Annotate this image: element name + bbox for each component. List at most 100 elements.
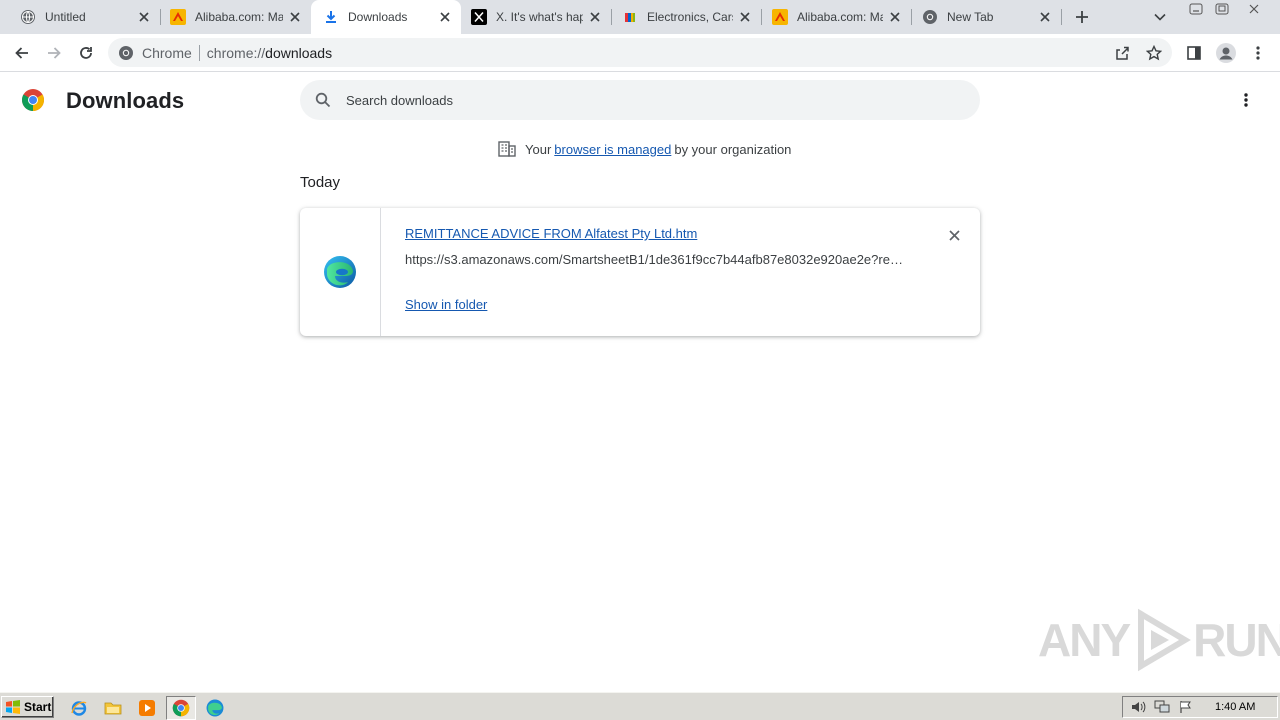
- watermark-right: RUN: [1193, 614, 1280, 666]
- close-icon: [948, 229, 960, 241]
- address-bar[interactable]: Chrome chrome://downloads: [108, 38, 1172, 67]
- tab-alibaba-2[interactable]: Alibaba.com: Manufacturers: [762, 0, 911, 34]
- download-item: REMITTANCE ADVICE FROM Alfatest Pty Ltd.…: [300, 208, 980, 336]
- download-filename-link[interactable]: REMITTANCE ADVICE FROM Alfatest Pty Ltd.…: [405, 226, 697, 241]
- search-downloads[interactable]: [300, 80, 980, 120]
- network-icon[interactable]: [1153, 698, 1171, 716]
- start-label: Start: [24, 700, 52, 714]
- watermark-left: ANY: [1038, 614, 1131, 666]
- more-vert-icon: [1256, 46, 1260, 60]
- close-icon[interactable]: [136, 9, 152, 25]
- close-icon[interactable]: [287, 9, 303, 25]
- restore-button[interactable]: [1208, 0, 1236, 18]
- tab-ebay[interactable]: Electronics, Cars, Fashion: [612, 0, 761, 34]
- page-title: Downloads: [66, 88, 185, 113]
- minimize-button[interactable]: [1182, 0, 1210, 18]
- internet-explorer-icon: [71, 701, 87, 716]
- flag-icon[interactable]: [1177, 698, 1195, 716]
- tab-title: Downloads: [348, 10, 408, 24]
- managed-notice: Your browser is managed by your organiza…: [498, 140, 791, 158]
- avatar-icon: [1216, 43, 1236, 63]
- reload-button[interactable]: [72, 39, 100, 67]
- close-icon[interactable]: [1037, 9, 1053, 25]
- tab-title: Alibaba.com: Manufacturers: [797, 10, 883, 24]
- profile-button[interactable]: [1212, 39, 1240, 67]
- show-in-folder-link[interactable]: Show in folder: [405, 297, 487, 312]
- chevron-down-icon: [1154, 13, 1166, 21]
- reload-icon: [80, 47, 92, 59]
- search-input[interactable]: [346, 92, 946, 108]
- date-section-header: Today: [300, 174, 341, 191]
- tab-separator: [1061, 9, 1062, 25]
- explorer-taskbar-button[interactable]: [102, 697, 124, 719]
- url-scheme: chrome://: [206, 44, 266, 61]
- chrome-icon: [922, 9, 938, 25]
- tab-title: New Tab: [947, 10, 994, 24]
- tab-new-tab[interactable]: New Tab: [912, 0, 1061, 34]
- download-icon: [323, 9, 339, 25]
- chrome-icon: [172, 699, 190, 717]
- tab-downloads[interactable]: Downloads: [311, 0, 461, 34]
- close-icon[interactable]: [737, 9, 753, 25]
- chrome-taskbar-button[interactable]: [166, 696, 196, 720]
- chrome-logo-icon: [21, 88, 45, 112]
- anyrun-watermark: ANY RUN: [1038, 608, 1280, 672]
- volume-icon[interactable]: [1129, 698, 1147, 716]
- globe-icon: [20, 9, 36, 25]
- managed-prefix: Your: [525, 141, 552, 157]
- tab-title: Alibaba.com: Manufacturers: [195, 10, 283, 24]
- tab-alibaba-1[interactable]: Alibaba.com: Manufacturers: [161, 0, 311, 34]
- remove-download-button[interactable]: [944, 225, 964, 245]
- downloads-menu-button[interactable]: [1234, 88, 1258, 112]
- back-button[interactable]: [8, 39, 36, 67]
- media-player-icon: [139, 700, 155, 716]
- windows-logo-icon: [6, 700, 20, 714]
- browser-managed-link[interactable]: browser is managed: [554, 142, 671, 157]
- more-vert-icon: [1244, 93, 1248, 107]
- building-icon: [498, 141, 516, 157]
- chip-divider: [198, 44, 200, 61]
- chrome-menu-button[interactable]: [1244, 39, 1272, 67]
- close-icon[interactable]: [887, 9, 903, 25]
- edge-icon: [206, 699, 224, 717]
- tab-x[interactable]: X. It's what's happening: [461, 0, 611, 34]
- windows-taskbar: Start 1:40 AM: [0, 692, 1280, 720]
- managed-suffix: by your organization: [674, 141, 792, 157]
- new-tab-button[interactable]: [1070, 5, 1094, 29]
- file-icon-column: [300, 208, 381, 336]
- ebay-icon: [622, 9, 638, 25]
- tab-title: X. It's what's happening: [496, 10, 583, 24]
- ie-taskbar-button[interactable]: [68, 697, 90, 719]
- browser-toolbar: Chrome chrome://downloads: [0, 34, 1280, 72]
- side-panel-button[interactable]: [1180, 39, 1208, 67]
- x-icon: [471, 9, 487, 25]
- close-window-button[interactable]: [1240, 0, 1268, 18]
- tab-title: Electronics, Cars, Fashion: [647, 10, 733, 24]
- alibaba-icon: [772, 9, 788, 25]
- tab-title: Untitled: [45, 10, 86, 24]
- edge-icon: [324, 256, 356, 288]
- tab-search-button[interactable]: [1150, 7, 1170, 27]
- star-icon: [1146, 45, 1162, 61]
- taskbar-clock[interactable]: 1:40 AM: [1215, 701, 1255, 713]
- folder-icon: [104, 702, 122, 715]
- tab-untitled[interactable]: Untitled: [2, 0, 160, 34]
- forward-button[interactable]: [40, 39, 68, 67]
- share-button[interactable]: [1111, 42, 1133, 64]
- close-icon[interactable]: [437, 9, 453, 25]
- media-player-taskbar-button[interactable]: [136, 697, 158, 719]
- site-chip: Chrome: [142, 44, 192, 61]
- bookmark-button[interactable]: [1143, 42, 1165, 64]
- arrow-left-icon: [15, 47, 28, 59]
- plus-icon: [1076, 11, 1088, 23]
- arrow-right-icon: [48, 47, 61, 59]
- close-icon[interactable]: [587, 9, 603, 25]
- chrome-icon: [118, 45, 134, 61]
- edge-taskbar-button[interactable]: [204, 697, 226, 719]
- share-icon: [1116, 46, 1129, 60]
- start-button[interactable]: Start: [1, 696, 54, 718]
- search-icon: [314, 91, 332, 109]
- download-source-url[interactable]: https://s3.amazonaws.com/SmartsheetB1/1d…: [405, 252, 905, 267]
- play-logo-icon: [1138, 608, 1192, 672]
- alibaba-icon: [170, 9, 186, 25]
